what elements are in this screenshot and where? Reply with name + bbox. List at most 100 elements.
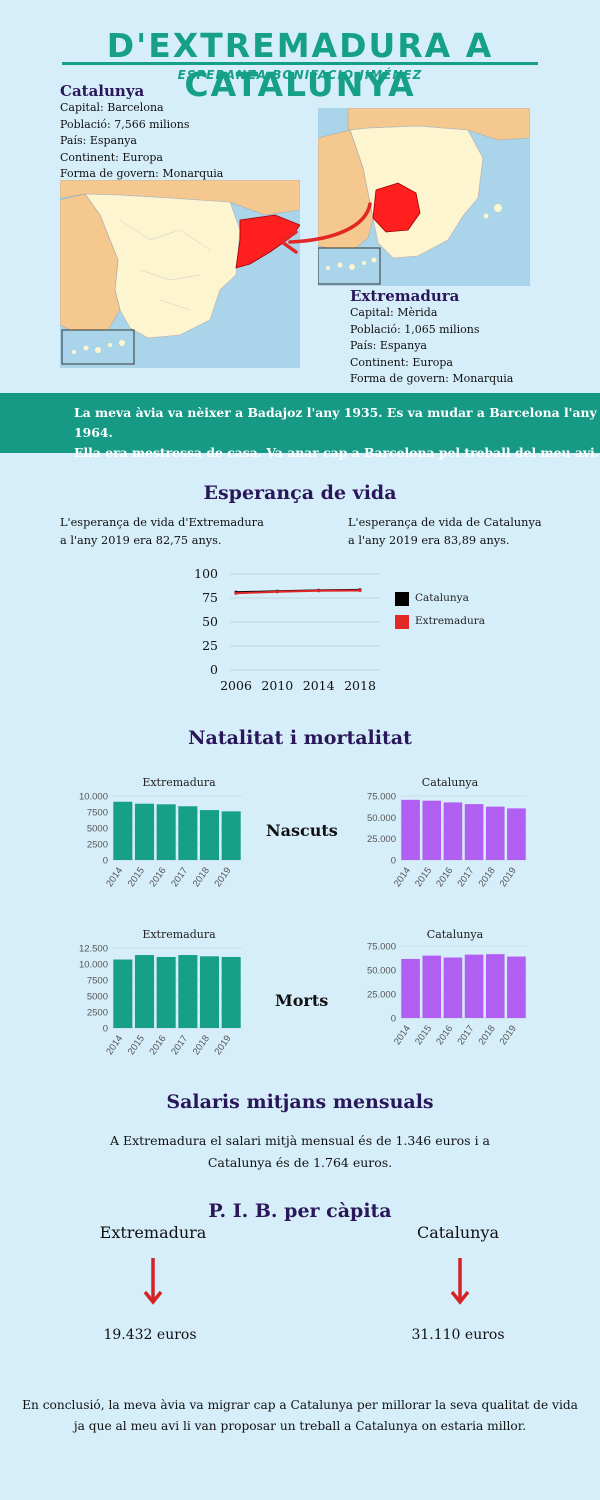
salary-line-2: Catalunya és de 1.764 euros. [207, 1155, 393, 1170]
birth-death-title: Natalitat i mortalitat [188, 727, 412, 749]
banner-line-1: La meva àvia va nèixer a Badajoz l'any 1… [74, 405, 597, 440]
conclusion-line-1: En conclusió, la meva àvia va migrar cap… [22, 1398, 578, 1412]
y-tick-label: 7500 [87, 808, 108, 819]
bar [507, 808, 526, 860]
extremadura-government: Forma de govern: Monarquia [350, 372, 514, 385]
migration-arrow-icon [280, 202, 372, 254]
catalunya-heading: Catalunya [60, 82, 145, 100]
x-tick-label: 2016 [147, 1033, 168, 1057]
y-tick-label: 75 [202, 590, 218, 605]
author-name: ESPERANZA BONIFACIO JIMÉNEZ [177, 68, 423, 82]
bar [401, 799, 420, 860]
y-tick-label: 10.000 [79, 792, 108, 803]
catalunya-info: Catalunya Capital: Barcelona Població: 7… [60, 82, 223, 183]
conclusion-line-2: ja que al meu avi li van proposar un tre… [73, 1419, 527, 1433]
y-tick-label: 5000 [87, 992, 108, 1003]
y-tick-label: 0 [391, 1014, 396, 1025]
x-tick-label: 2016 [147, 865, 168, 889]
bar [422, 955, 442, 1018]
deaths-extremadura-chart: 025005000750010.00012.5002014 2015 2016 201… [79, 944, 242, 1057]
y-tick-label: 75.000 [367, 792, 396, 803]
bar [113, 959, 133, 1028]
life-extremadura-line-1: L'esperança de vida d'Extremadura [60, 516, 264, 529]
extremadura-continent: Continent: Europa [350, 355, 453, 369]
x-tick-label: 2017 [169, 865, 190, 889]
bar [464, 954, 484, 1018]
x-tick-label: 2019 [498, 1023, 519, 1047]
catalunya-country: País: Espanya [60, 134, 137, 147]
bar [156, 956, 176, 1028]
map-catalunya [60, 180, 300, 368]
x-tick-label: 2016 [434, 1023, 455, 1047]
y-tick-label: 0 [103, 1024, 108, 1035]
pib-catalunya-value: 31.110 euros [411, 1327, 505, 1343]
pib-catalunya-name: Catalunya [416, 1223, 500, 1242]
data-point [234, 591, 238, 595]
y-tick-label: 25 [202, 638, 218, 653]
bar [134, 955, 155, 1028]
births-extremadura-chart: 0 2500 5000 7500 10.000 2014 2015 2016 2017 2018 2… [79, 792, 242, 889]
title-underline [62, 62, 538, 65]
catalunya-capital: Capital: Barcelona [60, 101, 164, 114]
banner-line-2: Ella era mestressa de casa. Va anar cap … [74, 445, 600, 460]
data-point [275, 590, 279, 594]
story-banner: La meva àvia va nèixer a Badajoz l'any 1… [0, 393, 600, 460]
bar [178, 806, 198, 860]
extremadura-country: País: Espanya [350, 339, 427, 352]
y-tick-label: 75.000 [367, 942, 396, 953]
arrow-down-icon [143, 1258, 163, 1305]
bar [156, 804, 176, 860]
data-point [358, 588, 362, 593]
deaths-label: Morts [275, 991, 329, 1010]
x-tick-label: 2010 [261, 678, 293, 693]
legend-swatch-extremadura [395, 615, 409, 629]
x-tick-label: 2014 [303, 678, 335, 693]
x-tick-label: 2014 [392, 1023, 413, 1047]
life-catalunya-line-1: L'esperança de vida de Catalunya [348, 516, 542, 529]
x-tick-label: 2018 [477, 865, 498, 889]
births-label: Nascuts [266, 821, 338, 840]
conclusion-text: En conclusió, la meva àvia va migrar cap… [0, 1395, 600, 1437]
catalunya-population: Població: 7,566 milions [60, 117, 190, 131]
life-extremadura-line-2: a l'any 2019 era 82,75 anys. [60, 533, 222, 547]
bar [485, 954, 505, 1018]
life-catalunya-line-2: a l'any 2019 era 83,89 anys. [348, 533, 510, 547]
y-tick-label: 7500 [87, 976, 108, 987]
x-tick-label: 2017 [455, 1023, 476, 1047]
y-tick-label: 0 [210, 662, 218, 677]
bar [199, 810, 220, 860]
data-point [317, 589, 321, 593]
x-tick-label: 2015 [126, 865, 147, 889]
life-expectancy-chart: 0 25 50 75 100 2006 2010 2014 2018 [194, 566, 380, 693]
x-tick-label: 2019 [212, 865, 233, 889]
x-tick-label: 2014 [104, 1033, 125, 1057]
y-tick-label: 10.000 [79, 960, 108, 971]
y-tick-label: 0 [103, 856, 108, 867]
x-tick-label: 2017 [169, 1033, 190, 1057]
y-tick-label: 50.000 [367, 966, 396, 977]
y-tick-label: 2500 [87, 1008, 108, 1019]
catalunya-continent: Continent: Europa [60, 150, 163, 164]
bar [443, 957, 463, 1018]
bar [443, 802, 463, 860]
y-tick-label: 0 [391, 856, 396, 867]
bar [221, 956, 241, 1028]
x-tick-label: 2014 [104, 865, 125, 889]
x-tick-label: 2015 [126, 1033, 147, 1057]
x-tick-label: 2017 [455, 865, 476, 889]
x-tick-label: 2018 [344, 678, 376, 693]
bar [221, 811, 241, 860]
x-tick-label: 2006 [220, 678, 252, 693]
x-tick-label: 2015 [413, 865, 434, 889]
y-tick-label: 100 [194, 566, 218, 581]
y-tick-label: 2500 [87, 840, 108, 851]
extremadura-population: Població: 1,065 milions [350, 322, 480, 336]
life-expectancy-title: Esperança de vida [203, 482, 397, 504]
life-extremadura-text: L'esperança de vida d'Extremadura a l'an… [60, 514, 264, 549]
extremadura-capital: Capital: Mèrida [350, 306, 438, 319]
legend-label-catalunya: Catalunya [415, 592, 469, 604]
x-tick-label: 2014 [392, 865, 413, 889]
bar [464, 804, 484, 860]
pib-title: P. I. B. per càpita [208, 1200, 392, 1222]
x-tick-label: 2015 [413, 1023, 434, 1047]
